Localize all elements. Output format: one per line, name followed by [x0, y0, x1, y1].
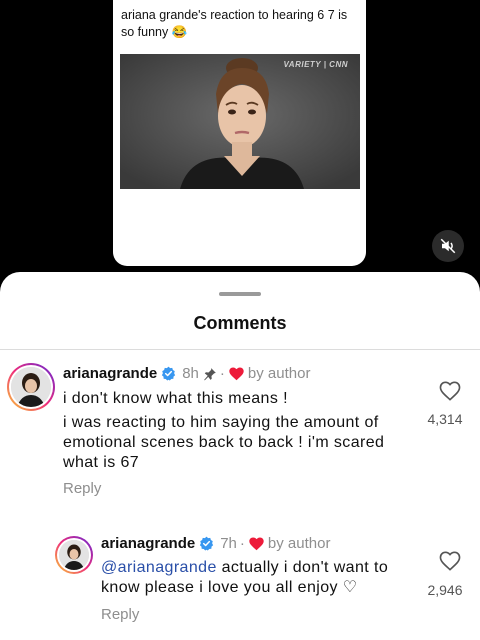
comment-username[interactable]: arianagrande [63, 365, 157, 382]
post-caption: ariana grande's reaction to hearing 6 7 … [121, 8, 348, 39]
like-count: 2,946 [427, 582, 463, 598]
comment-line: what is 67 [63, 454, 140, 471]
reply-button[interactable]: Reply [101, 606, 139, 623]
comment-text: @arianagrande actually i don't want to k… [101, 558, 421, 598]
heart-outline-icon [439, 381, 461, 401]
pin-icon [203, 367, 217, 381]
comment-line: emotional scenes back to back ! i'm scar… [63, 434, 385, 451]
comment-header: arianagrande 8h · by author [63, 365, 310, 382]
reply-button[interactable]: Reply [63, 480, 101, 497]
embedded-post-card: ariana grande's reaction to hearing 6 7 … [113, 0, 366, 266]
comment-text-part: actually i don't want to [216, 559, 389, 576]
like-button[interactable] [425, 381, 475, 406]
verified-badge-icon [199, 536, 214, 551]
heart-filled-icon [249, 536, 264, 551]
comments-sheet: Comments arianagrande 8h · by author i d… [0, 272, 480, 640]
liked-by-author-label: by author [247, 365, 311, 382]
profile-photo [11, 367, 51, 407]
speaker-muted-icon [440, 238, 456, 254]
avatar[interactable] [7, 363, 55, 411]
profile-photo [59, 540, 89, 570]
mute-button[interactable] [432, 230, 464, 262]
comments-title: Comments [193, 313, 287, 333]
network-logo: VARIETY | CNN [283, 60, 348, 69]
comment-line: i was reacting to him saying the amount … [63, 414, 379, 431]
sheet-drag-handle[interactable] [219, 292, 261, 296]
liked-by-author-label: by author [267, 535, 331, 552]
comment-line: know please i love you all enjoy ♡ [101, 579, 358, 596]
comment-time: 8h [182, 365, 199, 382]
like-button[interactable] [425, 551, 475, 576]
comment-line: @arianagrande actually i don't want to [101, 558, 421, 578]
like-count: 4,314 [427, 411, 463, 427]
mention-link[interactable]: @arianagrande [101, 559, 217, 576]
video-frame: VARIETY | CNN [120, 54, 360, 189]
avatar[interactable] [55, 536, 93, 574]
separator-dot: · [219, 365, 225, 382]
comment-username[interactable]: arianagrande [101, 535, 195, 552]
video-frame-image [120, 54, 360, 189]
comment-time: 7h [220, 535, 237, 552]
heart-outline-icon [439, 551, 461, 571]
comment-header: arianagrande 7h · by author [101, 535, 330, 552]
header-divider [0, 349, 480, 350]
separator-dot: · [239, 535, 245, 552]
heart-filled-icon [229, 366, 244, 381]
comment-text: i don't know what this means ! i was rea… [63, 389, 423, 473]
verified-badge-icon [161, 366, 176, 381]
video-player[interactable]: ariana grande's reaction to hearing 6 7 … [0, 0, 480, 280]
comment-line: i don't know what this means ! [63, 390, 288, 407]
